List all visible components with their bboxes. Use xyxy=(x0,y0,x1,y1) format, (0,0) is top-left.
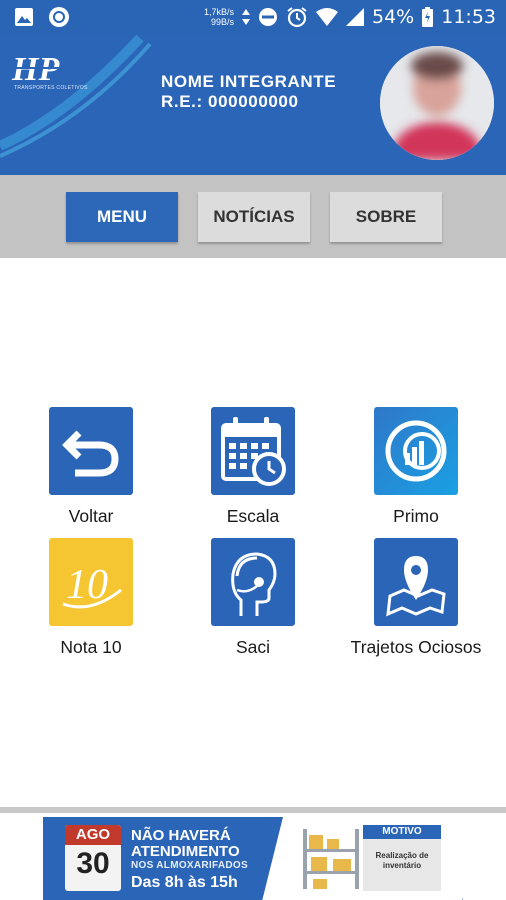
data-transfer-icon xyxy=(242,9,250,25)
clock: 11:53 xyxy=(441,6,496,28)
cell-signal-icon xyxy=(346,8,364,26)
calendar-day: 30 xyxy=(76,847,110,880)
tile-primo[interactable]: Primo xyxy=(341,407,491,527)
tile-voltar[interactable]: Voltar xyxy=(16,407,166,527)
tile-label: Trajetos Ociosos xyxy=(350,637,482,657)
warehouse-shelf-icon xyxy=(303,829,359,889)
tile-label: Voltar xyxy=(68,506,114,526)
bottom-divider xyxy=(0,807,506,813)
do-not-disturb-icon xyxy=(259,8,277,26)
tile-label: Primo xyxy=(393,506,439,526)
motivo-box: MOTIVO Realização de inventário xyxy=(363,825,441,891)
calendar-date: AGO 30 xyxy=(65,825,121,891)
tile-label: Nota 10 xyxy=(60,637,122,657)
nota10-icon: 10 xyxy=(49,538,133,626)
primo-chart-icon xyxy=(374,407,458,495)
nav-bar: MENU NOTÍCIAS SOBRE xyxy=(0,175,506,258)
map-pin-icon xyxy=(374,538,458,626)
tile-nota-10[interactable]: 10 Nota 10 xyxy=(16,538,166,658)
battery-icon xyxy=(422,7,434,27)
banner-hours: Das 8h às 15h xyxy=(131,874,238,891)
status-bar: 1,7kB/s 99B/s 54% 11:53 xyxy=(0,0,506,34)
hp-logo-icon: HP xyxy=(10,51,70,86)
circle-notification-icon xyxy=(49,7,69,27)
headset-agent-icon xyxy=(211,538,295,626)
avatar-photo-icon xyxy=(380,46,494,160)
net-speed-down: 99B/s xyxy=(210,17,234,27)
net-speed-up: 1,7kB/s xyxy=(203,7,234,17)
motivo-text: Realização de inventário xyxy=(375,851,429,870)
alarm-icon xyxy=(287,7,307,28)
banner-line-1: NÃO HAVERÁ xyxy=(131,827,231,844)
menu-tab[interactable]: MENU xyxy=(66,192,178,242)
banner-line-3: NOS ALMOXARIFADOS xyxy=(131,860,248,871)
member-re: R.E.: 000000000 xyxy=(161,92,299,111)
wifi-icon xyxy=(316,8,338,26)
battery-percent: 54% xyxy=(372,6,415,28)
about-tab[interactable]: SOBRE xyxy=(330,192,442,242)
tile-label: Saci xyxy=(235,637,271,657)
member-name: NOME INTEGRANTE xyxy=(161,72,337,91)
motivo-title: MOTIVO xyxy=(363,825,441,839)
notice-banner[interactable]: AGO 30 NÃO HAVERÁ ATENDIMENTO NOS ALMOXA… xyxy=(43,817,463,900)
news-tab[interactable]: NOTÍCIAS xyxy=(198,192,310,242)
avatar[interactable] xyxy=(380,46,494,160)
calendar-clock-icon xyxy=(211,407,295,495)
undo-arrow-icon xyxy=(49,407,133,495)
tile-escala[interactable]: Escala xyxy=(178,407,328,527)
tile-trajetos-ociosos[interactable]: Trajetos Ociosos xyxy=(341,538,491,658)
tile-saci[interactable]: Saci xyxy=(178,538,328,658)
banner-line-2: ATENDIMENTO xyxy=(131,843,240,860)
tile-label: Escala xyxy=(226,506,280,526)
profile-header: HP TRANSPORTES COLETIVOS NOME INTEGRANTE… xyxy=(0,34,506,175)
calendar-month: AGO xyxy=(65,825,121,845)
brand-subtitle: TRANSPORTES COLETIVOS xyxy=(14,85,88,91)
image-notification-icon xyxy=(15,8,33,26)
network-speed: 1,7kB/s 99B/s xyxy=(204,7,234,27)
